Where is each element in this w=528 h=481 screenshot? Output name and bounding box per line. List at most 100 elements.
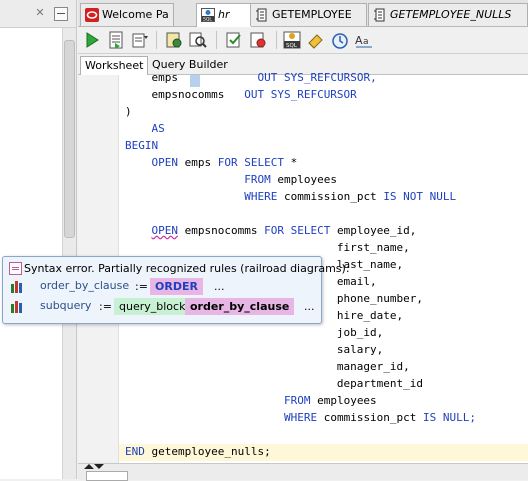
rule-order-by-clause[interactable]: order_by_clause [40, 279, 129, 292]
code-text: emps [151, 71, 179, 84]
code-text: email, [336, 275, 377, 288]
code-text: commission_pct [283, 190, 384, 203]
code-keyword: BEGIN [125, 139, 159, 152]
tab-label: GETEMPLOYEE [272, 8, 352, 21]
rule-ellipsis: ... [214, 280, 225, 293]
code-line[interactable]: FROM employees [125, 392, 377, 409]
svg-text:SQL: SQL [203, 17, 212, 23]
tab-label: hr [218, 8, 230, 21]
code-text: phone_number, [336, 292, 424, 305]
code-keyword: FOR SELECT [264, 224, 337, 237]
popup-title: Syntax error. Partially recognized rules… [24, 262, 350, 275]
scroll-down-arrow-icon[interactable] [94, 464, 104, 469]
code-keyword: IS NULL; [423, 411, 477, 424]
code-line[interactable]: WHERE commission_pct IS NOT NULL [125, 188, 456, 205]
code-line[interactable]: empsnocomms OUT SYS_REFCURSOR [125, 86, 357, 103]
worksheet-toolbar: SQL Aa [78, 27, 528, 54]
scroll-up-arrow-icon[interactable] [84, 464, 94, 469]
tab-getemployee[interactable]: GETEMPLOYEE [250, 3, 367, 26]
code-keyword: OPEN [151, 224, 179, 237]
code-text: first_name, [336, 241, 410, 254]
debug-icon[interactable] [164, 30, 184, 50]
code-keyword: OPEN [151, 156, 185, 169]
code-line[interactable]: manager_id, [125, 358, 410, 375]
tab-label: GETEMPLOYEE_NULLS [390, 8, 512, 21]
tab-hr[interactable]: SQL hr [196, 3, 252, 27]
code-line[interactable]: emps OUT SYS_REFCURSOR, [125, 69, 377, 86]
railroad-diagram-icon [11, 281, 22, 293]
procedure-icon [374, 8, 385, 22]
rule-ellipsis: ... [304, 300, 315, 313]
compile-icon[interactable] [130, 30, 150, 50]
code-line[interactable]: WHERE commission_pct IS NULL; [125, 409, 476, 426]
navigator-scroll-thumb[interactable] [64, 40, 75, 238]
eraser-icon[interactable] [306, 30, 326, 50]
code-line[interactable]: job_id, [125, 324, 383, 341]
history-icon[interactable] [330, 30, 350, 50]
format-text-icon[interactable]: Aa [354, 30, 374, 50]
code-keyword: AS [151, 122, 165, 135]
code-text: empsnocomms [151, 88, 245, 101]
editor-bottom-bar [78, 463, 528, 480]
code-text: employees [317, 394, 377, 407]
code-line[interactable]: FROM employees [125, 171, 337, 188]
compile-check-icon[interactable] [224, 30, 244, 50]
code-line[interactable]: OPEN empsnocomms FOR SELECT employee_id, [125, 222, 417, 239]
toolbar-separator [216, 31, 217, 49]
code-keyword: WHERE [244, 190, 284, 203]
token-order-by-clause: order_by_clause [185, 298, 295, 315]
minimize-icon[interactable] [54, 7, 68, 21]
code-line[interactable]: ) [125, 103, 132, 120]
code-line[interactable]: salary, [125, 341, 383, 358]
syntax-error-icon [9, 262, 22, 275]
code-keyword: WHERE [283, 411, 324, 424]
tab-label: Welcome Pa [102, 8, 169, 21]
code-line[interactable]: department_id [125, 375, 423, 392]
rule-assign-symbol: := [99, 300, 112, 313]
search-icon[interactable] [188, 30, 208, 50]
code-text: manager_id, [336, 360, 410, 373]
rule-assign-symbol: := [135, 280, 148, 293]
sql-icon[interactable]: SQL [282, 30, 302, 50]
code-keyword: FROM [283, 394, 318, 407]
railroad-diagram-icon [11, 301, 22, 313]
tab-getemployee-nulls[interactable]: GETEMPLOYEE_NULLS [368, 3, 528, 26]
tab-welcome-page[interactable]: Welcome Pa [80, 3, 174, 26]
procedure-icon [256, 8, 267, 22]
code-text: empsnocomms [178, 224, 265, 237]
code-line[interactable]: AS [125, 120, 165, 137]
code-keyword: IS NOT NULL [383, 190, 457, 203]
code-text: ) [125, 105, 132, 118]
close-icon[interactable]: ✕ [33, 6, 47, 20]
run-icon[interactable] [82, 30, 102, 50]
run-script-icon[interactable] [106, 30, 126, 50]
code-line[interactable]: END getemployee_nulls; [125, 443, 271, 460]
rule-subquery[interactable]: subquery [40, 299, 91, 312]
code-text: getemployee_nulls; [151, 445, 271, 458]
code-line[interactable]: BEGIN [125, 137, 158, 154]
code-keyword: END [125, 445, 152, 458]
code-text: department_id [336, 377, 424, 390]
code-keyword: OUT SYS_REFCURSOR [244, 88, 357, 101]
code-line[interactable]: OPEN emps FOR SELECT * [125, 154, 298, 171]
code-line[interactable]: first_name, [125, 239, 410, 256]
bottom-panel-handle[interactable] [86, 471, 128, 481]
code-keyword: FOR SELECT [217, 156, 291, 169]
code-text: commission_pct [323, 411, 424, 424]
navigator-tree[interactable] [0, 28, 62, 479]
code-text: salary, [336, 343, 384, 356]
compile-debug-icon[interactable] [248, 30, 268, 50]
